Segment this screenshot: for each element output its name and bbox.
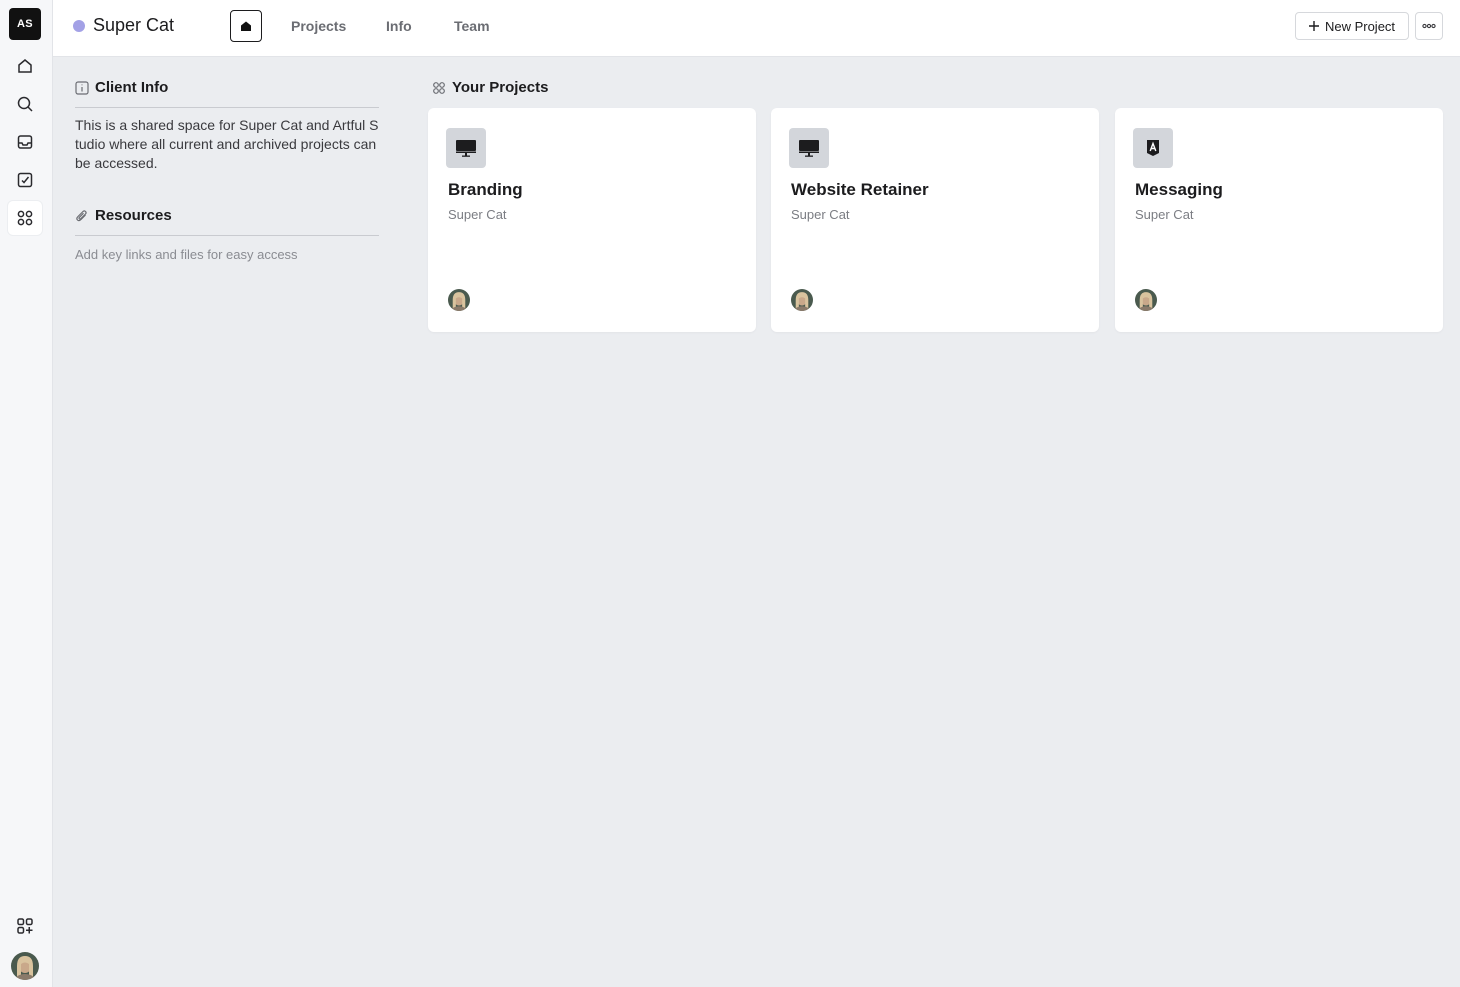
project-name: Website Retainer: [791, 180, 929, 199]
resources-empty-hint[interactable]: Add key links and files for easy access: [75, 247, 298, 262]
more-options-button[interactable]: [1415, 12, 1443, 40]
divider: [75, 235, 379, 236]
tasks-nav-button[interactable]: [8, 163, 42, 197]
add-app-icon: [17, 918, 33, 934]
client-description: This is a shared space for Super Cat and…: [75, 117, 379, 171]
tab-team[interactable]: Team: [454, 18, 490, 34]
apps-nav-button[interactable]: [8, 201, 42, 235]
top-bar: Super Cat Projects Info Team New Project: [53, 0, 1460, 57]
new-project-label: New Project: [1324, 18, 1396, 34]
client-title: Super Cat: [93, 15, 175, 35]
tab-info[interactable]: Info: [386, 18, 412, 34]
home-nav-button[interactable]: [8, 49, 42, 83]
project-icon-box: [789, 128, 829, 168]
your-projects-title: Your Projects: [452, 79, 549, 96]
paperclip-icon: [76, 209, 87, 221]
monitor-icon: [799, 139, 819, 157]
apps-icon: [433, 81, 445, 94]
left-rail: AS: [0, 0, 53, 987]
project-card-messaging[interactable]: Messaging Super Cat: [1115, 108, 1443, 332]
client-info-heading: Client Info: [75, 79, 168, 96]
project-client: Super Cat: [791, 207, 850, 222]
project-name: Messaging: [1135, 180, 1223, 199]
divider: [75, 107, 379, 108]
resources-heading: Resources: [75, 207, 172, 224]
project-icon-box: [446, 128, 486, 168]
home-icon: [18, 59, 32, 73]
new-project-button[interactable]: New Project: [1295, 12, 1409, 40]
workspace-switcher[interactable]: AS: [9, 8, 41, 40]
project-name: Branding: [448, 180, 523, 199]
more-horizontal-icon: [1422, 23, 1436, 29]
add-app-button[interactable]: [8, 909, 42, 943]
project-client: Super Cat: [448, 207, 507, 222]
plus-icon: [1308, 21, 1319, 31]
home-tab-button[interactable]: [230, 10, 262, 42]
project-client: Super Cat: [1135, 207, 1194, 222]
member-avatar: [448, 289, 470, 311]
inbox-icon: [17, 135, 33, 149]
project-card-branding[interactable]: Branding Super Cat: [428, 108, 756, 332]
avatar-image: [11, 952, 39, 980]
letter-a-badge-icon: [1147, 140, 1159, 156]
tasks-icon: [17, 172, 33, 188]
user-avatar[interactable]: [11, 952, 39, 980]
member-avatar: [1135, 289, 1157, 311]
search-icon: [17, 96, 33, 112]
monitor-icon: [456, 139, 476, 157]
home-filled-icon: [241, 21, 251, 31]
apps-icon: [17, 210, 33, 226]
resources-title: Resources: [95, 207, 172, 224]
inbox-nav-button[interactable]: [8, 125, 42, 159]
member-avatar: [791, 289, 813, 311]
project-icon-box: [1133, 128, 1173, 168]
info-icon: [75, 80, 89, 95]
client-info-title: Client Info: [95, 79, 169, 96]
project-card-website-retainer[interactable]: Website Retainer Super Cat: [771, 108, 1099, 332]
search-nav-button[interactable]: [8, 87, 42, 121]
tab-projects[interactable]: Projects: [291, 18, 346, 34]
your-projects-heading: Your Projects: [432, 79, 548, 96]
client-color-dot: [73, 20, 85, 32]
